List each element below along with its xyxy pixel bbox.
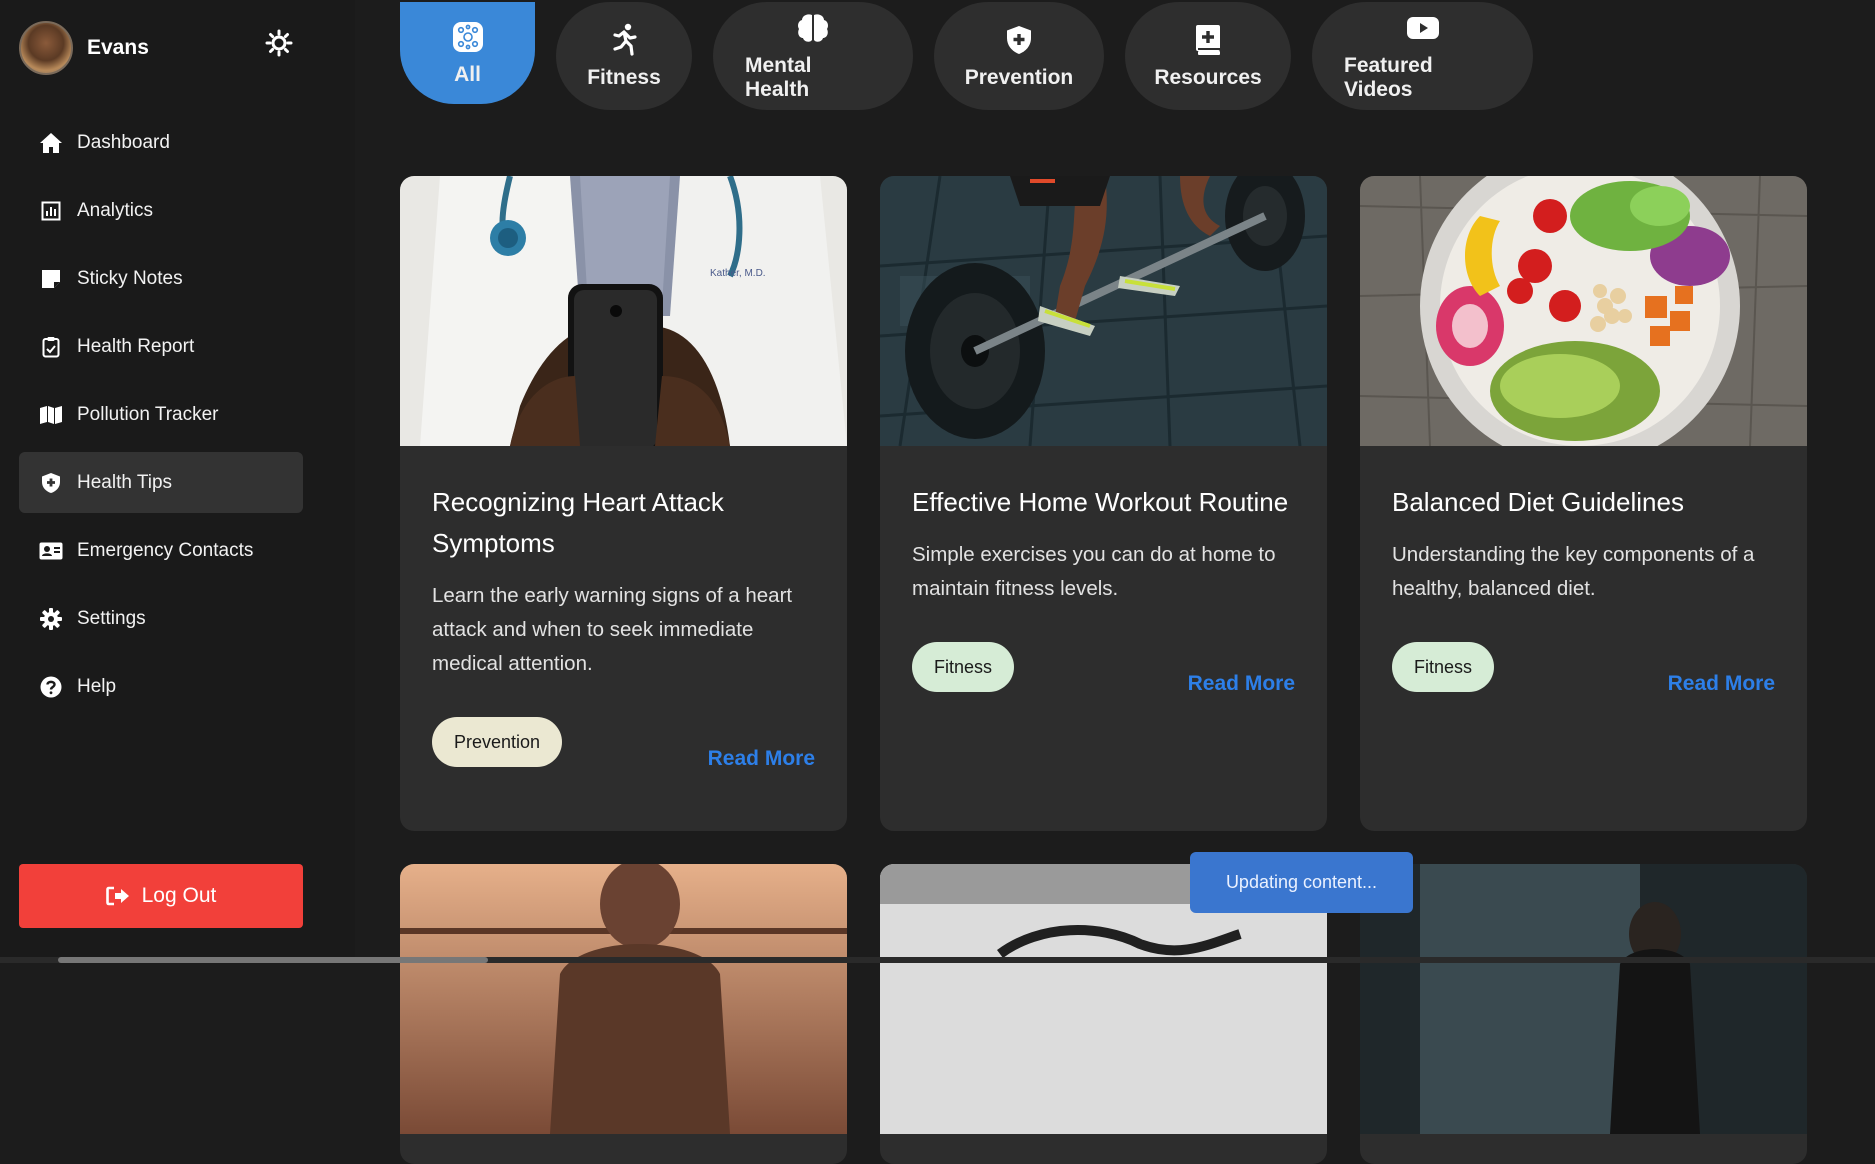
- read-more-link[interactable]: Read More: [1188, 672, 1295, 696]
- sidebar-item-emergency-contacts[interactable]: Emergency Contacts: [19, 520, 303, 581]
- filter-label: Mental Health: [745, 54, 812, 101]
- card-body: Effective Home Workout Routine Simple ex…: [880, 446, 1327, 695]
- book-medical-icon: [1195, 22, 1221, 58]
- filter-featured-videos[interactable]: Featured Videos: [1312, 2, 1533, 110]
- card-title: Effective Home Workout Routine: [912, 487, 1289, 517]
- running-icon: [609, 22, 639, 58]
- card-description: Learn the early warning signs of a heart…: [432, 584, 793, 675]
- question-icon: [39, 675, 63, 699]
- card-body: Balanced Diet Guidelines Understanding t…: [1360, 446, 1807, 695]
- loading-toast: Updating content...: [1190, 852, 1413, 913]
- username: Evans: [87, 36, 149, 59]
- sidebar-item-label: Pollution Tracker: [77, 403, 219, 425]
- analytics-icon: [39, 199, 63, 223]
- card-title: Recognizing Heart Attack Symptoms: [432, 487, 724, 558]
- tip-card[interactable]: [400, 864, 847, 1164]
- tips-grid: Kather, M.D. Recognizing Heart Attack Sy…: [400, 176, 1807, 1164]
- card-image: Kather, M.D.: [400, 176, 847, 446]
- tag-badge[interactable]: Fitness: [1392, 642, 1495, 692]
- virus-icon: [452, 19, 484, 55]
- sun-icon: [265, 29, 293, 57]
- sidebar-item-label: Emergency Contacts: [77, 539, 254, 561]
- filter-all[interactable]: All: [400, 2, 535, 104]
- sidebar-item-help[interactable]: Help: [19, 656, 303, 717]
- sidebar-item-label: Dashboard: [77, 131, 170, 153]
- card-image: [400, 864, 847, 1134]
- card-image: [1360, 864, 1807, 1134]
- filter-prevention[interactable]: Prevention: [934, 2, 1104, 110]
- svg-text:Kather, M.D.: Kather, M.D.: [710, 268, 766, 279]
- filter-label: Prevention: [964, 66, 1074, 89]
- filter-label: All: [454, 63, 481, 86]
- filter-resources[interactable]: Resources: [1125, 2, 1291, 110]
- tip-card[interactable]: Kather, M.D. Recognizing Heart Attack Sy…: [400, 176, 847, 831]
- avatar[interactable]: [19, 21, 73, 75]
- sidebar-item-label: Sticky Notes: [77, 267, 183, 289]
- card-description: Understanding the key components of a he…: [1392, 543, 1755, 600]
- read-more-link[interactable]: Read More: [1668, 672, 1775, 696]
- tag-badge[interactable]: Fitness: [912, 642, 1015, 692]
- sidebar-item-sticky-notes[interactable]: Sticky Notes: [19, 248, 303, 309]
- theme-toggle-button[interactable]: [264, 28, 294, 58]
- sidebar-item-label: Health Report: [77, 335, 195, 357]
- sticky-note-icon: [39, 267, 63, 291]
- logout-label: Log Out: [141, 884, 217, 907]
- tag-badge[interactable]: Prevention: [432, 717, 563, 767]
- sidebar: Evans Dashboard Analytics Sticky Notes H…: [0, 0, 355, 963]
- map-icon: [39, 403, 63, 427]
- sign-out-icon: [105, 886, 129, 906]
- filter-label: Resources: [1154, 66, 1262, 89]
- tip-card[interactable]: Effective Home Workout Routine Simple ex…: [880, 176, 1327, 831]
- card-footer: Prevention Read More: [432, 717, 815, 770]
- card-footer: Fitness Read More: [1392, 642, 1775, 695]
- filter-fitness[interactable]: Fitness: [556, 2, 692, 110]
- gear-icon: [39, 607, 63, 631]
- sidebar-item-pollution-tracker[interactable]: Pollution Tracker: [19, 384, 303, 445]
- sidebar-item-dashboard[interactable]: Dashboard: [19, 112, 303, 173]
- read-more-link[interactable]: Read More: [708, 747, 815, 771]
- sidebar-item-health-report[interactable]: Health Report: [19, 316, 303, 377]
- card-title: Balanced Diet Guidelines: [1392, 487, 1684, 517]
- sidebar-nav: Dashboard Analytics Sticky Notes Health …: [19, 112, 303, 724]
- tip-card[interactable]: [1360, 864, 1807, 1164]
- scrollbar-thumb[interactable]: [58, 957, 488, 963]
- brain-icon: [796, 10, 830, 46]
- shield-icon: [39, 471, 63, 495]
- card-description: Simple exercises you can do at home to m…: [912, 543, 1276, 600]
- sidebar-item-label: Analytics: [77, 199, 154, 221]
- sidebar-item-label: Settings: [77, 607, 146, 629]
- home-icon: [39, 131, 63, 155]
- youtube-icon: [1406, 10, 1440, 46]
- filter-mental-health[interactable]: Mental Health: [713, 2, 913, 110]
- card-footer: Fitness Read More: [912, 642, 1295, 695]
- sidebar-item-label: Help: [77, 675, 117, 697]
- contact-card-icon: [39, 539, 63, 563]
- card-image: [880, 176, 1327, 446]
- user-profile[interactable]: Evans: [19, 21, 149, 75]
- shield-plus-icon: [1006, 22, 1032, 58]
- main-content: All Fitness Mental Health Prevention Res…: [355, 0, 1875, 1164]
- category-filters: All Fitness Mental Health Prevention Res…: [400, 2, 1533, 110]
- logout-button[interactable]: Log Out: [19, 864, 303, 928]
- card-body: Recognizing Heart Attack Symptoms Learn …: [400, 446, 847, 770]
- sidebar-item-health-tips[interactable]: Health Tips: [19, 452, 303, 513]
- sidebar-item-settings[interactable]: Settings: [19, 588, 303, 649]
- tip-card[interactable]: Balanced Diet Guidelines Understanding t…: [1360, 176, 1807, 831]
- sidebar-item-analytics[interactable]: Analytics: [19, 180, 303, 241]
- sidebar-item-label: Health Tips: [77, 471, 173, 493]
- horizontal-scrollbar[interactable]: [0, 957, 1875, 963]
- card-image: [1360, 176, 1807, 446]
- filter-label: Fitness: [587, 66, 661, 89]
- clipboard-icon: [39, 335, 63, 359]
- filter-label: Featured Videos: [1344, 54, 1433, 101]
